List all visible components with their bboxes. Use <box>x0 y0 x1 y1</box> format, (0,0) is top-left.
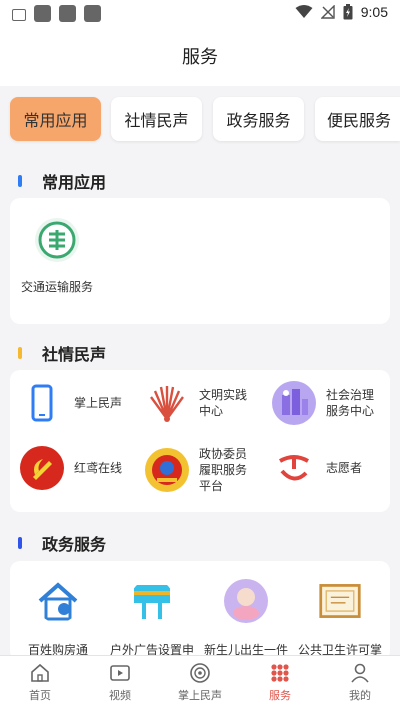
profile-icon <box>351 663 369 683</box>
category-tabs: 常用应用 社情民声 政务服务 便民服务 <box>0 86 400 152</box>
notification-icon <box>84 5 101 22</box>
section-accent <box>18 537 22 549</box>
section-title: 常用应用 <box>42 173 107 192</box>
app-label: 文明实践 中心 <box>199 388 248 418</box>
status-bar: 9:05 <box>0 0 400 30</box>
section-accent <box>18 347 22 359</box>
app-house-purchase[interactable]: 百姓购房通 <box>10 579 106 658</box>
party-emblem-icon <box>20 446 64 490</box>
page-title: 服务 <box>0 30 400 86</box>
battery-icon <box>343 4 353 20</box>
nav-label: 掌上民声 <box>178 689 222 702</box>
home-icon <box>31 663 49 682</box>
governance-icon <box>272 381 316 425</box>
section-title: 社情民声 <box>42 345 107 364</box>
app-newborn[interactable]: 新生儿出生一件 <box>198 579 294 658</box>
notification-icon <box>59 5 76 22</box>
notification-icon <box>34 5 51 22</box>
app-health-permit[interactable]: 公共卫生许可掌 <box>292 579 388 658</box>
newborn-icon <box>224 579 268 623</box>
app-outdoor-ad[interactable]: 户外广告设置申 <box>104 579 200 658</box>
clock: 9:05 <box>360 4 388 20</box>
tab-government[interactable]: 政务服务 <box>213 97 304 141</box>
nav-home[interactable]: 首页 <box>0 656 80 711</box>
billboard-icon <box>130 579 174 623</box>
app-cppcc[interactable]: 政协委员 履职服务 平台 <box>145 446 247 494</box>
message-icon <box>12 8 26 21</box>
voice-icon <box>190 663 210 683</box>
cppcc-emblem-icon <box>145 448 189 492</box>
app-red-kite[interactable]: 红鸢在线 <box>20 446 122 490</box>
tab-social[interactable]: 社情民声 <box>111 97 202 141</box>
service-grid-icon <box>271 664 289 682</box>
app-label: 交通运输服务 <box>20 280 93 294</box>
phone-icon <box>20 381 64 425</box>
video-icon <box>110 665 130 681</box>
system-indicators: 9:05 <box>295 4 388 20</box>
notification-icons <box>12 5 101 22</box>
app-label: 政协委员 履职服务 平台 <box>199 447 248 493</box>
app-palm-voice[interactable]: 掌上民声 <box>20 381 122 425</box>
nav-label: 首页 <box>29 689 51 702</box>
tab-common-apps[interactable]: 常用应用 <box>10 97 101 141</box>
app-label: 掌上民声 <box>74 396 123 410</box>
common-apps-card: 交通运输服务 <box>10 198 390 324</box>
section-title: 政务服务 <box>42 535 107 554</box>
section-header-social: 社情民声 <box>18 343 107 364</box>
app-governance[interactable]: 社会治理 服务中心 <box>272 381 374 425</box>
nav-label: 视频 <box>109 689 131 702</box>
wifi-icon <box>295 5 313 18</box>
nav-service[interactable]: 服务 <box>240 656 320 711</box>
app-label: 志愿者 <box>326 461 363 475</box>
government-card: 百姓购房通 户外广告设置申 新生儿出生一件 公共卫生许可掌 <box>10 561 390 661</box>
no-signal-icon <box>320 5 335 19</box>
civilization-icon <box>145 381 189 425</box>
certificate-icon <box>318 579 362 623</box>
app-civilization[interactable]: 文明实践 中心 <box>145 381 247 425</box>
house-icon <box>36 579 80 623</box>
section-header-government: 政务服务 <box>18 533 107 554</box>
transport-icon <box>35 218 79 262</box>
social-card: 掌上民声 文明实践 中心 社会治理 服务中心 红鸢在线 政协委员 履职服务 平台 志愿者 <box>10 370 390 512</box>
app-transport[interactable]: 交通运输服务 <box>11 218 103 295</box>
tab-convenience[interactable]: 便民服务 <box>315 97 400 141</box>
app-label: 社会治理 服务中心 <box>326 388 375 418</box>
section-accent <box>18 175 22 187</box>
bottom-nav: 首页 视频 掌上民声 服务 我的 <box>0 655 400 711</box>
nav-profile[interactable]: 我的 <box>320 656 400 711</box>
app-volunteer[interactable]: 志愿者 <box>272 446 362 490</box>
nav-palm-voice[interactable]: 掌上民声 <box>160 656 240 711</box>
app-label: 红鸢在线 <box>74 461 123 475</box>
section-header-common: 常用应用 <box>18 171 107 192</box>
nav-label: 我的 <box>349 689 371 702</box>
nav-label: 服务 <box>269 689 291 702</box>
volunteer-icon <box>272 446 316 490</box>
nav-video[interactable]: 视频 <box>80 656 160 711</box>
